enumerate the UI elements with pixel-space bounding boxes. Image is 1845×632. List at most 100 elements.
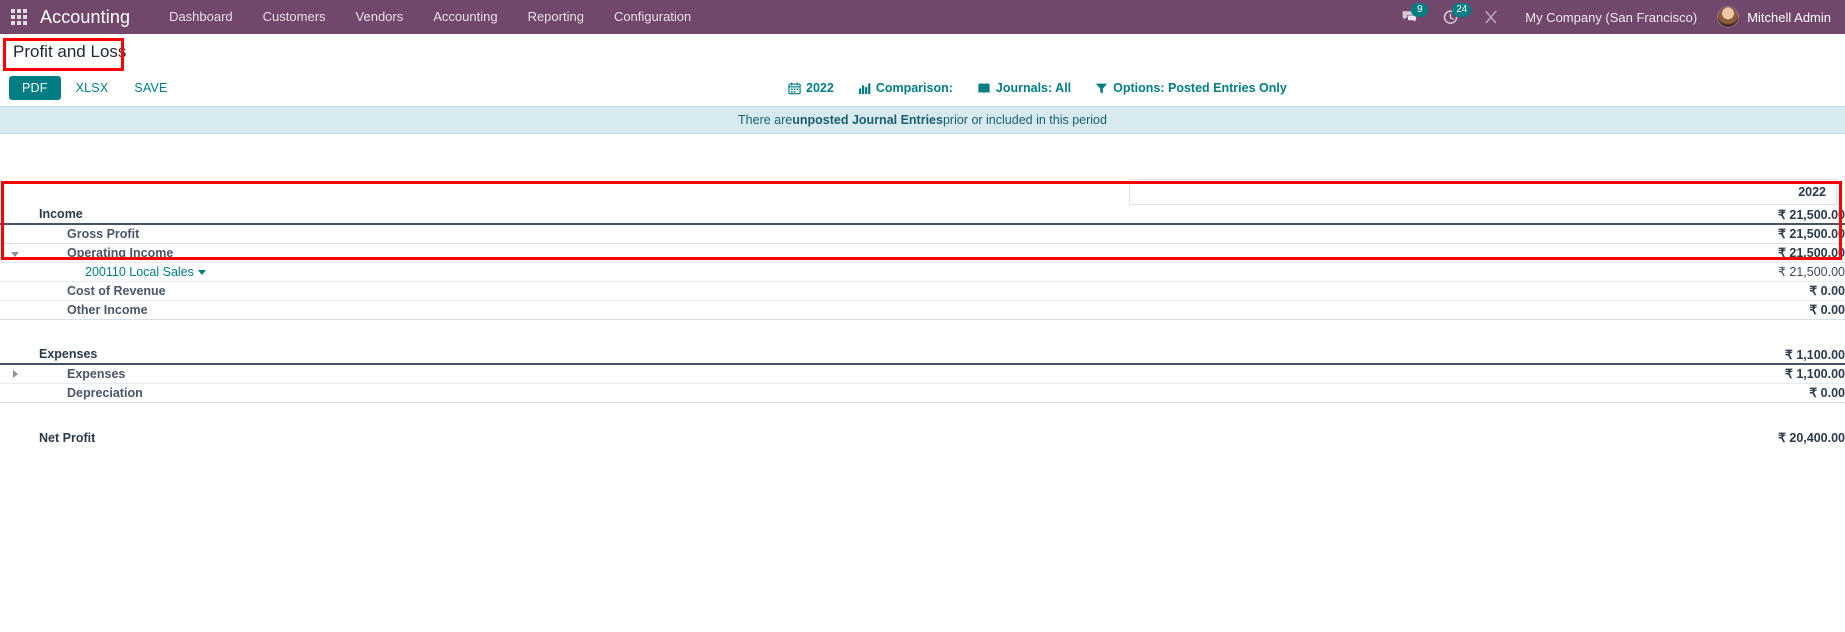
row-toggle	[0, 205, 30, 225]
page-title: Profit and Loss	[13, 42, 127, 61]
wrench-tools-icon	[1485, 10, 1497, 24]
row-toggle	[0, 224, 30, 244]
apps-dot	[11, 9, 15, 13]
row-value: ₹ 0.00	[1495, 300, 1845, 320]
report-top-spacer	[0, 134, 1845, 179]
expand-toggle-operating-income[interactable]	[0, 243, 30, 263]
row-value: ₹ 21,500.00	[1495, 262, 1845, 282]
row-toggle	[0, 300, 30, 320]
row-value: ₹ 1,100.00	[1495, 345, 1845, 365]
apps-dot	[17, 15, 21, 19]
book-icon	[978, 82, 990, 93]
section-gap	[0, 402, 1845, 428]
banner-text-strong: unposted Journal Entries	[792, 113, 943, 127]
row-value: ₹ 21,500.00	[1495, 205, 1845, 225]
pdf-button[interactable]: PDF	[9, 76, 61, 100]
table-header-row: 2022	[0, 179, 1845, 205]
funnel-icon	[1096, 83, 1108, 94]
debug-tools-button[interactable]	[1471, 0, 1511, 34]
table-row-net-profit[interactable]: Net Profit ₹ 20,400.00	[0, 428, 1845, 447]
title-row: Profit and Loss	[0, 34, 1845, 70]
options-filter-label: Options: Posted Entries Only	[1113, 81, 1287, 95]
menu-item-configuration[interactable]: Configuration	[599, 0, 706, 34]
menu-item-dashboard[interactable]: Dashboard	[154, 0, 248, 34]
chevron-down-icon[interactable]	[197, 269, 206, 275]
menu-item-reporting[interactable]: Reporting	[513, 0, 599, 34]
action-buttons-row: PDF XLSX SAVE 2022 Comparison: Journals:…	[0, 70, 1845, 106]
bar-chart-icon	[858, 82, 871, 94]
table-row[interactable]: Expenses ₹ 1,100.00	[0, 345, 1845, 365]
date-filter-label: 2022	[806, 81, 834, 95]
journals-filter-label: Journals: All	[995, 81, 1072, 95]
row-label: Depreciation	[30, 383, 1495, 403]
section-gap	[0, 319, 1845, 345]
messages-button[interactable]: 9	[1389, 0, 1430, 34]
table-row[interactable]: Gross Profit ₹ 21,500.00	[0, 224, 1845, 244]
row-toggle	[0, 428, 30, 447]
table-row[interactable]: Other Income ₹ 0.00	[0, 300, 1845, 320]
apps-dot	[17, 21, 21, 25]
row-label: Other Income	[30, 300, 1495, 320]
row-value: ₹ 0.00	[1495, 383, 1845, 403]
journals-filter[interactable]: Journals: All	[977, 77, 1085, 99]
date-filter[interactable]: 2022	[788, 77, 848, 99]
company-switcher[interactable]: My Company (San Francisco)	[1511, 10, 1711, 25]
profit-and-loss-table: 2022 Income ₹ 21,500.00 Gross Profit ₹ 2…	[0, 179, 1845, 447]
row-value: ₹ 1,100.00	[1495, 364, 1845, 384]
table-row[interactable]: Cost of Revenue ₹ 0.00	[0, 281, 1845, 301]
row-toggle	[0, 262, 30, 282]
apps-dot	[11, 15, 15, 19]
row-toggle	[0, 383, 30, 403]
row-toggle	[0, 345, 30, 365]
row-label-account: 200110 Local Sales	[30, 262, 1495, 282]
report-area: 2022 Income ₹ 21,500.00 Gross Profit ₹ 2…	[0, 134, 1845, 447]
table-row[interactable]: Operating Income ₹ 21,500.00	[0, 243, 1845, 263]
account-link-local-sales[interactable]: 200110 Local Sales	[85, 265, 194, 279]
table-row[interactable]: Depreciation ₹ 0.00	[0, 383, 1845, 403]
caret-right-icon	[12, 369, 18, 378]
apps-dot	[23, 9, 27, 13]
table-row[interactable]: 200110 Local Sales ₹ 21,500.00	[0, 262, 1845, 282]
comparison-filter[interactable]: Comparison:	[858, 77, 967, 99]
apps-dot	[11, 21, 15, 25]
apps-dot	[17, 9, 21, 13]
options-filter[interactable]: Options: Posted Entries Only	[1095, 77, 1301, 99]
table-row[interactable]: Income ₹ 21,500.00	[0, 205, 1845, 225]
user-menu[interactable]: Mitchell Admin	[1711, 6, 1831, 28]
apps-grid-icon[interactable]	[8, 6, 30, 28]
report-filters: 2022 Comparison: Journals: All Options: …	[788, 70, 1311, 106]
row-value: ₹ 21,500.00	[1495, 224, 1845, 244]
caret-down-icon	[11, 251, 19, 257]
row-label: Income	[30, 205, 1495, 225]
activities-button[interactable]: 24	[1430, 0, 1472, 34]
user-name-label: Mitchell Admin	[1747, 9, 1831, 25]
expand-toggle-expenses[interactable]	[0, 364, 30, 384]
banner-text-prefix: There are	[738, 113, 793, 127]
row-label: Gross Profit	[30, 224, 1495, 244]
activities-count-badge: 24	[1452, 3, 1472, 17]
menu-item-customers[interactable]: Customers	[248, 0, 341, 34]
apps-dot	[23, 15, 27, 19]
xlsx-button[interactable]: XLSX	[65, 76, 120, 100]
menu-item-accounting[interactable]: Accounting	[418, 0, 512, 34]
row-label: Expenses	[30, 345, 1495, 365]
save-button[interactable]: SAVE	[123, 76, 178, 100]
main-menu: Dashboard Customers Vendors Accounting R…	[154, 0, 706, 34]
calendar-icon	[788, 81, 801, 94]
banner-text-suffix: prior or included in this period	[942, 113, 1107, 127]
row-value: ₹ 21,500.00	[1495, 243, 1845, 263]
unposted-entries-banner: There are unposted Journal Entries prior…	[0, 106, 1845, 134]
period-column-header: 2022	[1129, 179, 1838, 205]
row-label: Cost of Revenue	[30, 281, 1495, 301]
app-brand-accounting[interactable]: Accounting	[40, 7, 130, 28]
top-navbar: Accounting Dashboard Customers Vendors A…	[0, 0, 1845, 34]
control-panel: Profit and Loss PDF XLSX SAVE 2022 Compa…	[0, 34, 1845, 106]
row-toggle	[0, 281, 30, 301]
menu-item-vendors[interactable]: Vendors	[341, 0, 419, 34]
table-row[interactable]: Expenses ₹ 1,100.00	[0, 364, 1845, 384]
messages-count-badge: 9	[1411, 3, 1429, 17]
row-label: Net Profit	[39, 430, 96, 445]
row-label: Operating Income	[30, 243, 1495, 263]
user-avatar	[1717, 6, 1740, 28]
row-label: Expenses	[30, 364, 1495, 384]
